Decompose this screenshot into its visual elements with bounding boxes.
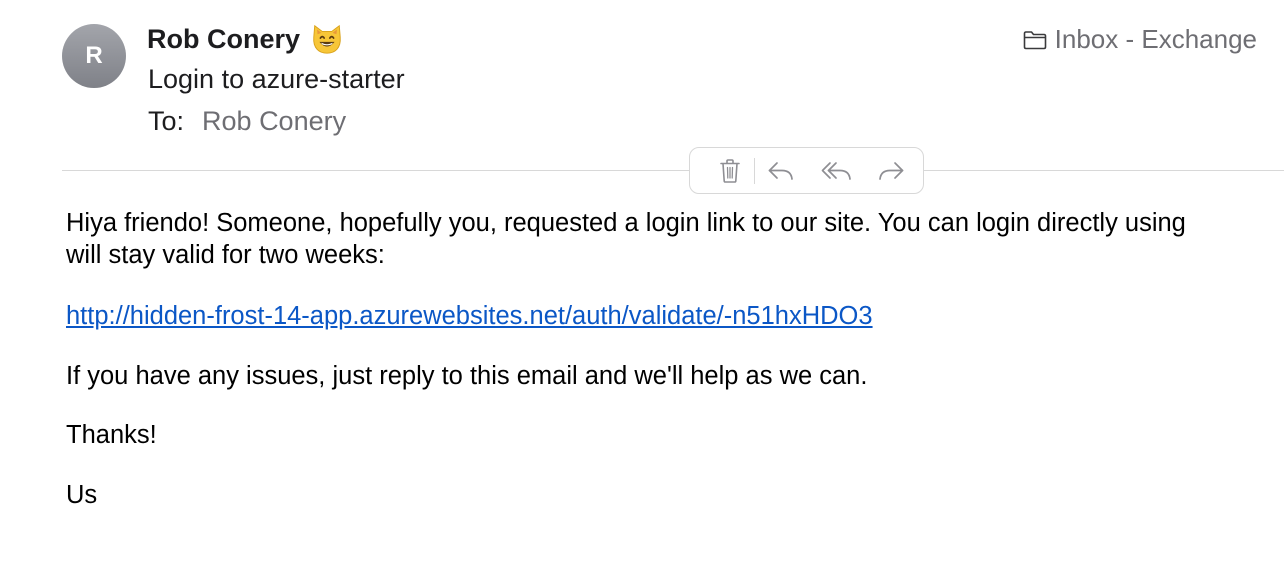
reply-button[interactable] xyxy=(763,153,799,189)
avatar[interactable]: R xyxy=(62,24,126,88)
reply-all-button[interactable] xyxy=(819,153,855,189)
message-action-toolbar xyxy=(689,147,924,194)
trash-icon xyxy=(720,158,740,183)
issues-paragraph: If you have any issues, just reply to th… xyxy=(66,362,868,390)
forward-icon xyxy=(879,161,904,180)
delete-button[interactable] xyxy=(712,153,748,189)
recipient-row: To: Rob Conery xyxy=(148,106,346,137)
intro-line-1: Hiya friendo! Someone, hopefully you, re… xyxy=(66,209,1186,237)
recipient-name[interactable]: Rob Conery xyxy=(202,106,346,137)
signoff-paragraph: Us xyxy=(66,481,98,509)
folder-icon xyxy=(1023,30,1046,49)
sender-name[interactable]: Rob Conery xyxy=(147,24,300,55)
login-link-paragraph: http://hidden-frost-14-app.azurewebsites… xyxy=(66,300,1284,332)
toolbar-separator xyxy=(754,157,755,184)
sender-row: Rob Conery xyxy=(147,22,344,56)
header-divider xyxy=(62,170,1284,171)
reply-icon xyxy=(768,161,793,180)
login-link[interactable]: http://hidden-frost-14-app.azurewebsites… xyxy=(66,302,873,330)
mailbox-indicator[interactable]: Inbox - Exchange xyxy=(1023,24,1257,55)
smiling-cat-face-icon xyxy=(313,24,341,54)
forward-button[interactable] xyxy=(873,153,909,189)
mailbox-name: Inbox - Exchange xyxy=(1054,24,1257,54)
thanks-paragraph: Thanks! xyxy=(66,421,157,449)
intro-paragraph: Hiya friendo! Someone, hopefully you, re… xyxy=(66,207,1284,271)
avatar-initial: R xyxy=(85,42,103,69)
email-viewer: R Rob Conery Login to azure-starter To: … xyxy=(0,0,1284,574)
intro-line-2: will stay valid for two weeks: xyxy=(66,241,385,269)
to-label: To: xyxy=(148,106,185,136)
email-body: Hiya friendo! Someone, hopefully you, re… xyxy=(66,207,1284,511)
email-subject: Login to azure-starter xyxy=(148,64,405,94)
reply-all-icon xyxy=(821,161,851,180)
